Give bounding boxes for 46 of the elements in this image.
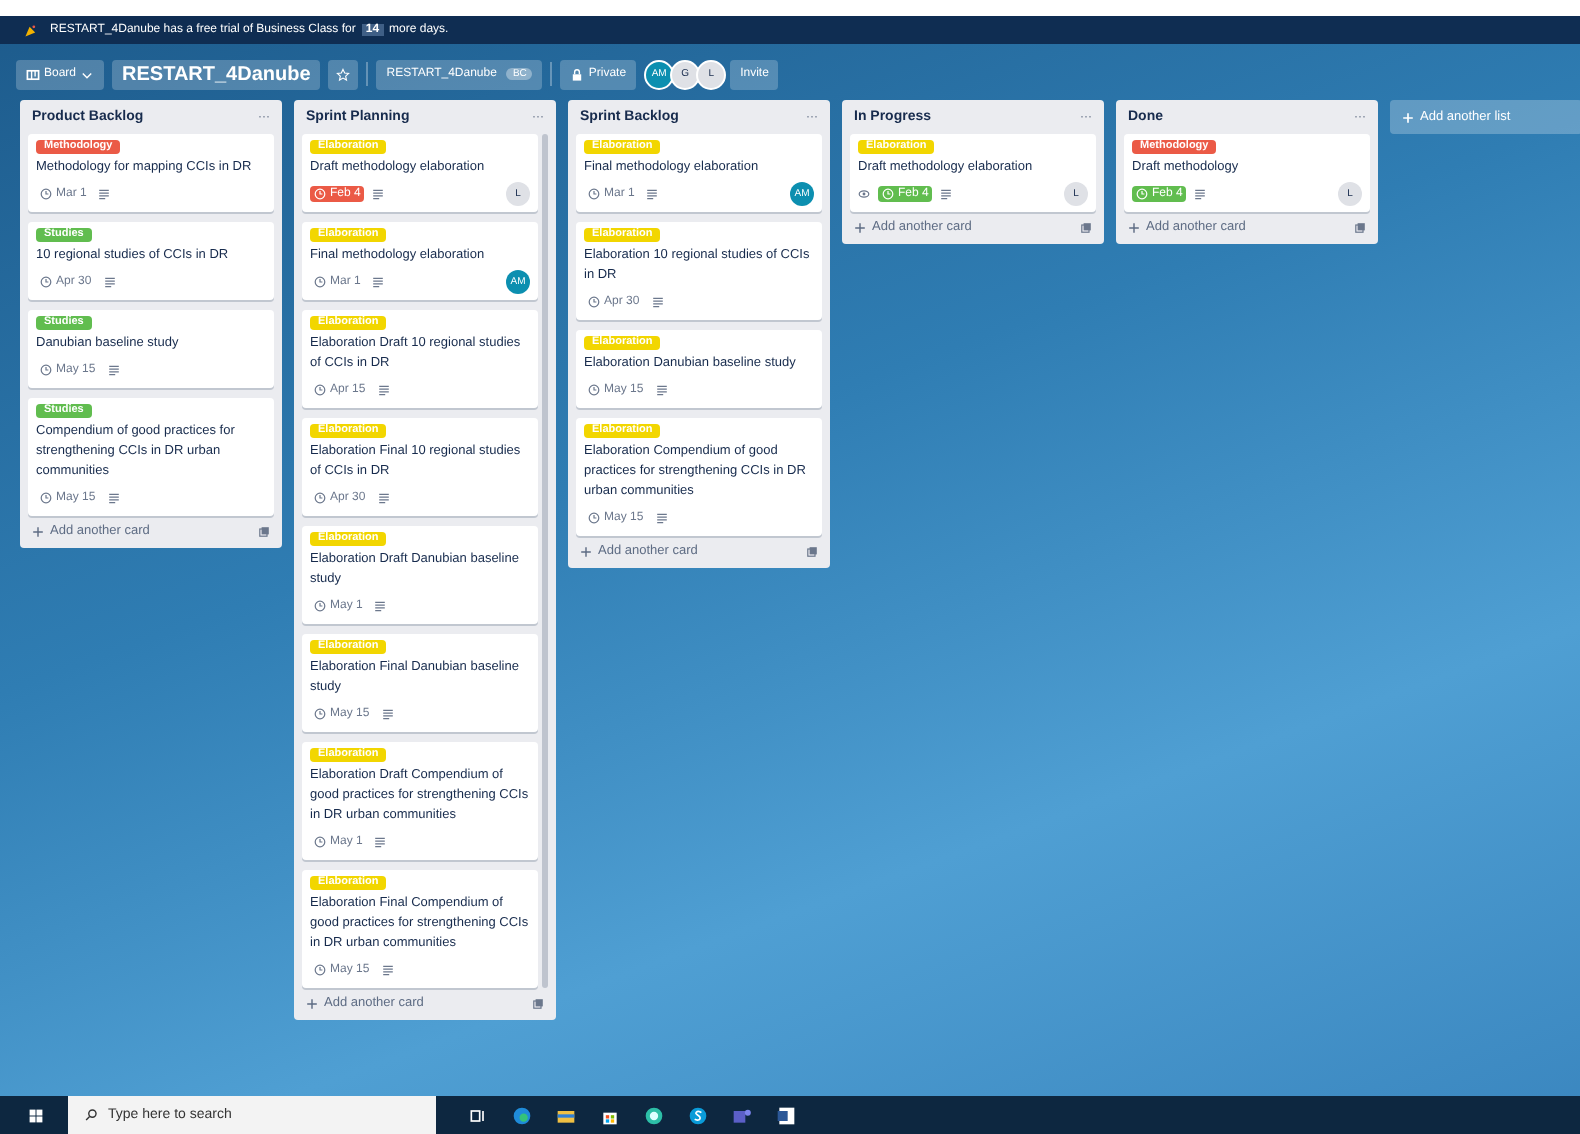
star-button[interactable] [328,59,359,89]
party-icon [24,23,38,37]
browser-icon[interactable] [512,1105,532,1125]
description-icon [1194,188,1207,200]
description-icon [374,836,387,848]
plus-icon [1402,111,1414,123]
plus-icon [580,545,592,557]
template-icon[interactable] [1354,221,1366,233]
team-app-icon[interactable] [732,1105,752,1125]
description-icon [377,384,390,396]
template-icon[interactable] [258,525,270,537]
description-icon [372,188,385,200]
folder-icon[interactable] [556,1105,576,1125]
circle-app-icon[interactable] [644,1105,664,1125]
caret-icon [80,67,95,81]
description-icon [103,276,116,288]
scrollbar[interactable] [542,134,548,988]
description-icon [655,512,668,524]
chat-app-icon[interactable] [688,1105,708,1125]
plus-icon [854,221,866,233]
description-icon [381,708,394,720]
description-icon [372,276,385,288]
task-view-icon[interactable] [468,1105,488,1125]
template-icon[interactable] [1080,221,1092,233]
description-icon [98,188,111,200]
star-icon [336,67,351,81]
lock-icon [570,67,585,81]
plus-icon [32,525,44,537]
description-icon [381,964,394,976]
plus-icon [306,997,318,1009]
description-icon [646,188,659,200]
description-icon [651,296,664,308]
document-app-icon[interactable] [776,1105,796,1125]
description-icon [107,364,120,376]
board-title[interactable]: RESTART_4Danube [112,59,321,89]
description-icon [940,188,953,200]
plus-icon [1128,221,1140,233]
board-icon [26,67,40,81]
template-icon[interactable] [532,997,544,1009]
windows-start-icon[interactable] [28,1107,44,1123]
description-icon [107,492,120,504]
description-icon [377,492,390,504]
description-icon [655,384,668,396]
description-icon [374,600,387,612]
search-icon [84,1108,98,1122]
template-icon[interactable] [806,545,818,557]
